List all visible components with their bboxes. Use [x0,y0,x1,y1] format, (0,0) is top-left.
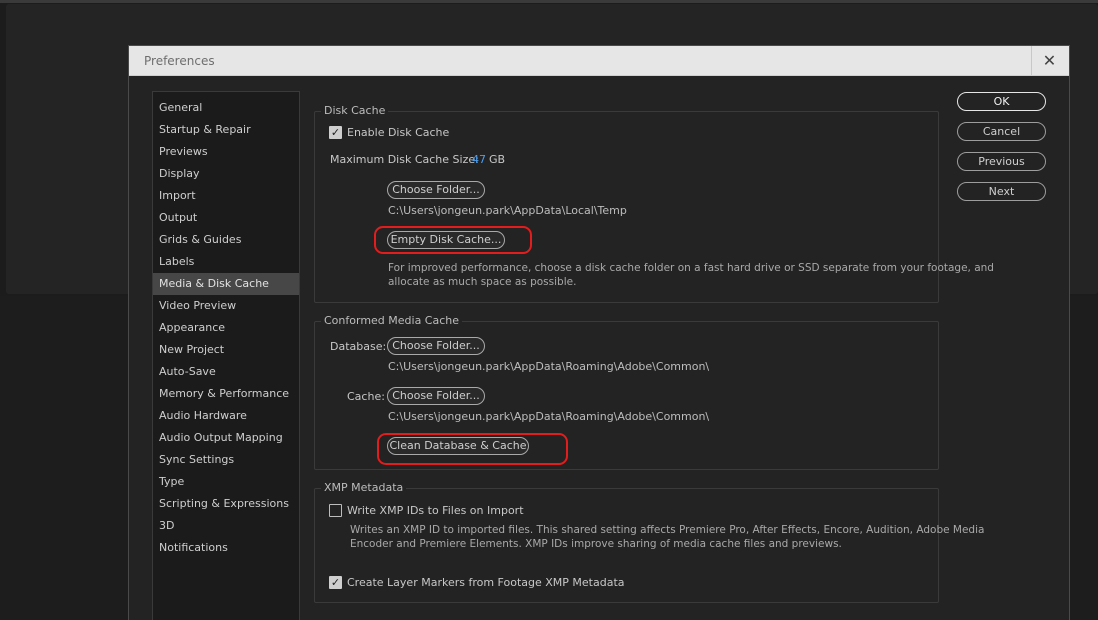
sidebar-item-type[interactable]: Type [153,471,299,493]
database-path: C:\Users\jongeun.park\AppData\Roaming\Ad… [388,360,710,373]
disk-cache-section-label: Disk Cache [321,104,389,117]
max-disk-cache-size-label: Maximum Disk Cache Size: [330,153,479,166]
next-button[interactable]: Next [957,182,1046,201]
sidebar-item-audio-output-mapping[interactable]: Audio Output Mapping [153,427,299,449]
max-disk-cache-size-value[interactable]: 47 [472,153,486,166]
enable-disk-cache-label: Enable Disk Cache [347,126,450,139]
cache-path: C:\Users\jongeun.park\AppData\Roaming\Ad… [388,410,710,423]
sidebar-item-sync-settings[interactable]: Sync Settings [153,449,299,471]
sidebar-item-output[interactable]: Output [153,207,299,229]
sidebar-item-general[interactable]: General [153,97,299,119]
sidebar-item-audio-hardware[interactable]: Audio Hardware [153,405,299,427]
layer-markers-label: Create Layer Markers from Footage XMP Me… [347,576,625,589]
sidebar-item-labels[interactable]: Labels [153,251,299,273]
disk-cache-choose-folder-button[interactable]: Choose Folder... [387,181,485,199]
empty-disk-cache-button[interactable]: Empty Disk Cache... [387,231,505,249]
enable-disk-cache-checkbox[interactable]: ✓ [329,126,342,139]
previous-button[interactable]: Previous [957,152,1046,171]
sidebar-item-scripting-expressions[interactable]: Scripting & Expressions [153,493,299,515]
xmp-info-line-1: Writes an XMP ID to imported files. This… [350,524,985,536]
background-app-topline [0,0,1098,3]
sidebar-item-display[interactable]: Display [153,163,299,185]
layer-markers-checkbox[interactable]: ✓ [329,576,342,589]
xmp-info-line-2: Encoder and Premiere Elements. XMP IDs i… [350,538,842,550]
sidebar-item-notifications[interactable]: Notifications [153,537,299,559]
conformed-media-cache-group: Conformed Media Cache Database: Choose F… [314,314,939,470]
write-xmp-ids-checkbox[interactable] [329,504,342,517]
sidebar-item-media-disk-cache[interactable]: Media & Disk Cache [153,273,299,295]
dialog-titlebar: Preferences ✕ [129,46,1069,76]
clean-database-cache-button[interactable]: Clean Database & Cache [387,437,529,455]
cancel-button[interactable]: Cancel [957,122,1046,141]
disk-cache-folder-path: C:\Users\jongeun.park\AppData\Local\Temp [388,204,627,217]
sidebar-item-appearance[interactable]: Appearance [153,317,299,339]
preferences-sidebar: General Startup & Repair Previews Displa… [152,91,300,620]
cache-choose-folder-button[interactable]: Choose Folder... [387,387,485,405]
ok-button[interactable]: OK [957,92,1046,111]
disk-cache-info-line-1: For improved performance, choose a disk … [388,262,994,274]
preferences-dialog: Preferences ✕ General Startup & Repair P… [128,45,1070,620]
dialog-title: Preferences [144,54,215,68]
dialog-body: General Startup & Repair Previews Displa… [137,76,1063,620]
xmp-metadata-group: XMP Metadata Write XMP IDs to Files on I… [314,481,984,603]
xmp-section-label: XMP Metadata [321,481,407,494]
sidebar-item-grids-guides[interactable]: Grids & Guides [153,229,299,251]
sidebar-item-auto-save[interactable]: Auto-Save [153,361,299,383]
sidebar-item-memory-performance[interactable]: Memory & Performance [153,383,299,405]
database-label: Database: [330,340,387,353]
conformed-cache-section-label: Conformed Media Cache [321,314,463,327]
checkmark-icon: ✓ [330,576,341,589]
sidebar-item-startup-repair[interactable]: Startup & Repair [153,119,299,141]
cache-label: Cache: [347,390,385,403]
sidebar-item-new-project[interactable]: New Project [153,339,299,361]
close-button[interactable]: ✕ [1031,46,1067,75]
checkmark-icon: ✓ [330,126,341,139]
max-disk-cache-size-unit: GB [489,153,506,166]
sidebar-item-import[interactable]: Import [153,185,299,207]
sidebar-item-video-preview[interactable]: Video Preview [153,295,299,317]
sidebar-item-previews[interactable]: Previews [153,141,299,163]
close-icon: ✕ [1042,51,1057,70]
disk-cache-info-line-2: allocate as much space as possible. [388,276,577,288]
database-choose-folder-button[interactable]: Choose Folder... [387,337,485,355]
write-xmp-ids-label: Write XMP IDs to Files on Import [347,504,524,517]
disk-cache-group: Disk Cache ✓ Enable Disk Cache Maximum D… [314,104,994,303]
sidebar-item-3d[interactable]: 3D [153,515,299,537]
